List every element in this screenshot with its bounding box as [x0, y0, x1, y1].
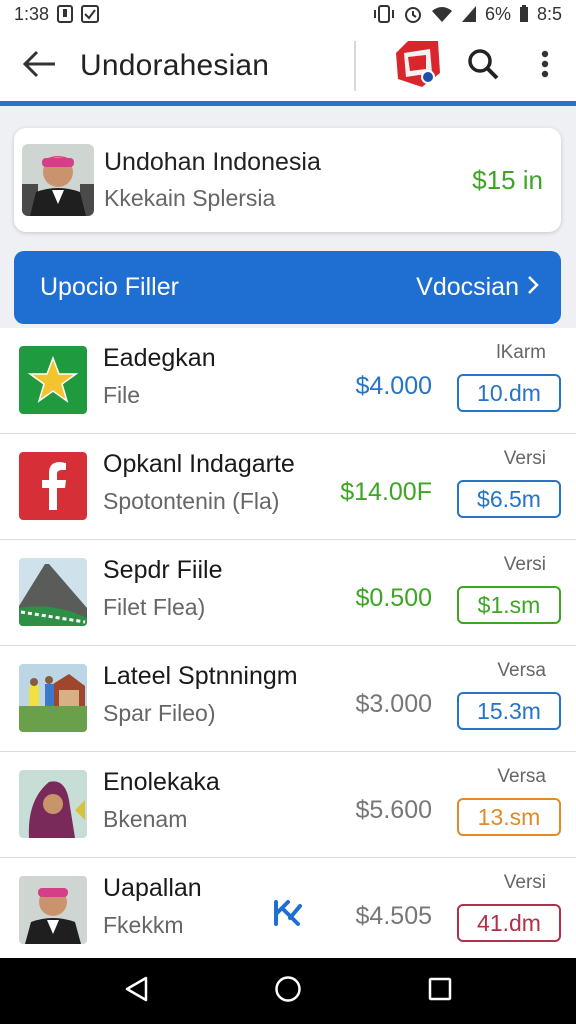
profile-name: Undohan Indonesia — [104, 148, 321, 176]
profile-subtitle: Kkekain Splersia — [104, 185, 276, 211]
list-item[interactable]: Lateel Sptnningm Spar Fileo) $3.000 Vers… — [0, 646, 576, 752]
wifi-icon — [431, 5, 453, 23]
chevron-right-icon — [527, 273, 539, 302]
filter-label: Upocio Filler — [40, 273, 179, 301]
item-version-label: Versi — [503, 448, 546, 469]
item-size-badge[interactable]: 15.3m — [457, 692, 561, 730]
landscape-thumbnail-icon — [19, 558, 87, 626]
item-subtitle: Bkenam — [103, 806, 188, 832]
item-title: Opkanl Indagarte — [103, 450, 295, 478]
app-logo-button[interactable] — [388, 28, 448, 104]
filter-action-button[interactable]: Vdocsian — [416, 273, 539, 302]
nav-back-button[interactable] — [106, 961, 166, 1021]
back-triangle-icon — [124, 976, 148, 1007]
status-time: 1:38 — [14, 3, 50, 24]
recents-square-icon — [428, 977, 452, 1006]
item-size-badge[interactable]: 10.dm — [457, 374, 561, 412]
alarm-icon — [403, 4, 423, 24]
item-size-badge[interactable]: $1.sm — [457, 586, 561, 624]
avatar — [22, 144, 94, 216]
search-icon — [467, 48, 499, 85]
filter-action-label: Vdocsian — [416, 273, 519, 301]
item-title: Sepdr Fiile — [103, 556, 223, 584]
item-subtitle: File — [103, 382, 141, 408]
list-item[interactable]: Sepdr Fiile Filet Flea) $0.500 Versi $1.… — [0, 540, 576, 646]
item-version-label: Versi — [503, 872, 546, 893]
item-price: $3.000 — [355, 690, 432, 718]
item-title: Uapallan — [103, 874, 202, 902]
sync-logo-icon — [270, 896, 304, 935]
back-arrow-icon — [22, 50, 57, 83]
search-button[interactable] — [454, 28, 512, 104]
item-price: $0.500 — [355, 584, 432, 612]
item-title: Lateel Sptnningm — [103, 662, 298, 690]
content-area: Undohan Indonesia Kkekain Splersia $15 i… — [0, 106, 576, 964]
item-size-badge[interactable]: 41.dm — [457, 904, 561, 942]
list-item[interactable]: Opkanl Indagarte Spotontenin (Fla) $14.0… — [0, 434, 576, 540]
list-item[interactable]: Uapallan Fkekkm $4.505 Versi 41.dm — [0, 858, 576, 964]
status-left: 1:38 — [14, 3, 100, 25]
app-bar: Undorahesian — [0, 28, 576, 104]
app-logo-icon — [394, 39, 442, 94]
profile-text: Undohan Indonesia Kkekain Splersia — [104, 148, 472, 212]
item-subtitle: Spotontenin (Fla) — [103, 488, 280, 514]
nav-recents-button[interactable] — [410, 961, 470, 1021]
more-options-button[interactable] — [520, 28, 570, 104]
star-app-icon — [19, 346, 87, 414]
system-nav-bar — [0, 958, 576, 1024]
item-subtitle: Fkekkm — [103, 912, 184, 938]
home-circle-icon — [274, 975, 302, 1008]
item-price: $4.000 — [355, 372, 432, 400]
outdoor-photo-thumbnail-icon — [19, 664, 87, 732]
status-right: 6% 8:5 — [373, 4, 562, 25]
item-title: Enolekaka — [103, 768, 220, 796]
status-clock: 8:5 — [536, 3, 562, 24]
page-title: Undorahesian — [80, 49, 270, 82]
notification-badge-icon — [57, 5, 74, 23]
more-vert-icon — [541, 50, 549, 83]
item-title: Eadegkan — [103, 344, 216, 372]
item-version-label: Versa — [497, 766, 546, 787]
nav-home-button[interactable] — [258, 961, 318, 1021]
facebook-app-icon — [19, 452, 87, 520]
item-price: $5.600 — [355, 796, 432, 824]
divider — [354, 41, 356, 91]
item-size-badge[interactable]: $6.5m — [457, 480, 561, 518]
item-subtitle: Spar Fileo) — [103, 700, 216, 726]
profile-card[interactable]: Undohan Indonesia Kkekain Splersia $15 i… — [14, 128, 561, 232]
signal-icon — [461, 5, 477, 23]
item-version-label: Versi — [503, 554, 546, 575]
profile-price: $15 in — [472, 164, 543, 195]
list-item[interactable]: Enolekaka Bkenam $5.600 Versa 13.sm — [0, 752, 576, 858]
person-thumbnail-icon — [19, 876, 87, 944]
checkbox-notification-icon — [81, 5, 100, 23]
file-list: Eadegkan File $4.000 lKarm 10.dm Opkanl … — [0, 328, 576, 964]
filter-bar[interactable]: Upocio Filler Vdocsian — [14, 251, 561, 324]
battery-icon — [519, 5, 529, 23]
item-version-label: Versa — [497, 660, 546, 681]
hooded-person-thumbnail-icon — [19, 770, 87, 838]
vibrate-icon — [373, 5, 395, 23]
status-bar: 1:38 6% 8:5 — [0, 0, 576, 28]
item-price: $4.505 — [355, 902, 432, 930]
item-size-badge[interactable]: 13.sm — [457, 798, 561, 836]
item-version-label: lKarm — [496, 342, 546, 363]
battery-percent: 6% — [484, 3, 511, 24]
item-price: $14.00F — [340, 478, 432, 506]
list-item[interactable]: Eadegkan File $4.000 lKarm 10.dm — [0, 328, 576, 434]
back-button[interactable] — [0, 28, 80, 104]
item-subtitle: Filet Flea) — [103, 594, 206, 620]
